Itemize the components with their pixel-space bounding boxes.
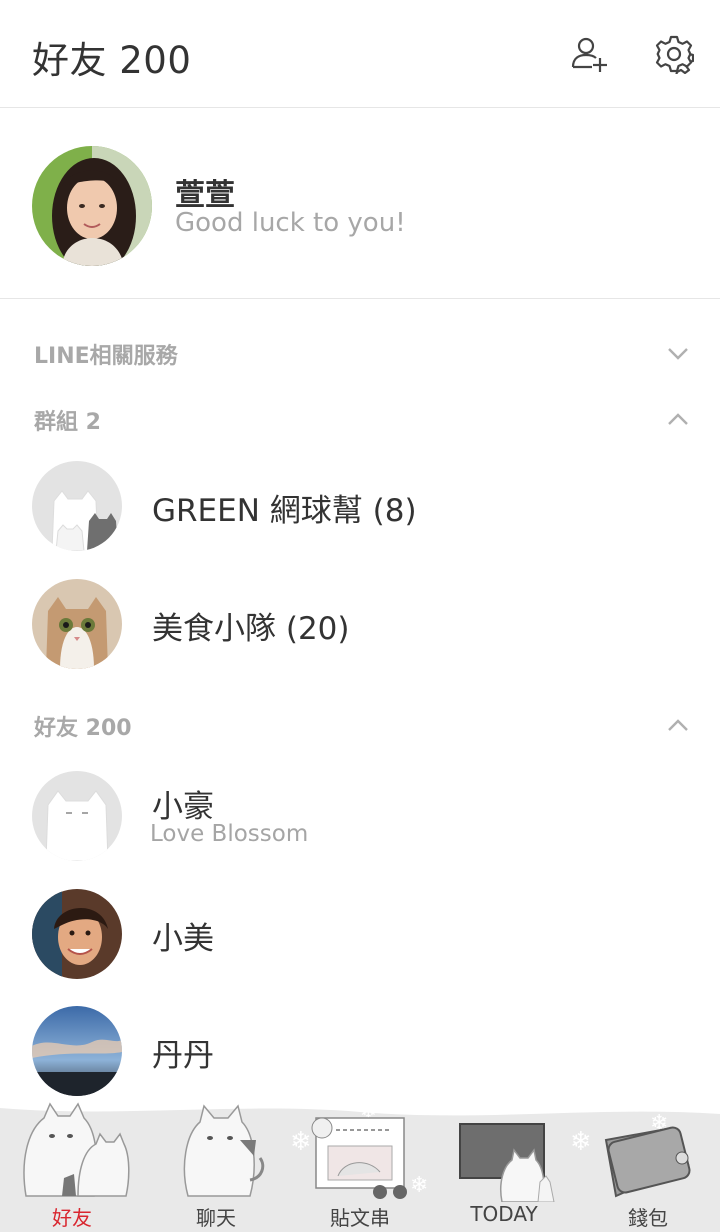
- bottom-tab-bar: ❄ ❄ ❄ ❄ ❄ 好友 聊天 貼文串 TODAY 錢包: [0, 1100, 720, 1232]
- friend-status-message: Love Blossom: [150, 821, 309, 847]
- settings-button[interactable]: [654, 34, 694, 74]
- section-groups[interactable]: 群組 2: [0, 394, 720, 444]
- group-name: 美食小隊 (20): [152, 611, 350, 647]
- tab-friends[interactable]: 好友: [0, 1100, 144, 1232]
- tab-label: 錢包: [628, 1206, 668, 1230]
- cat-icon: [183, 1104, 265, 1197]
- group-row[interactable]: GREEN 網球幫 (8): [0, 461, 720, 571]
- chevron-up-icon: [668, 719, 688, 731]
- friend-avatar: [32, 1006, 122, 1096]
- friend-row[interactable]: 小豪 Love Blossom: [0, 771, 720, 881]
- cat-pair-icon: [23, 1102, 130, 1197]
- friend-name: 小豪: [152, 789, 214, 825]
- tv-cat-icon: [459, 1123, 555, 1202]
- gear-icon: [655, 35, 694, 74]
- friend-row[interactable]: 小美: [0, 889, 720, 999]
- group-name: GREEN 網球幫 (8): [152, 493, 417, 529]
- tab-label: 好友: [52, 1206, 92, 1230]
- timeline-board-icon: [311, 1117, 407, 1199]
- section-label: 好友 200: [34, 716, 132, 741]
- tab-label: 聊天: [196, 1206, 236, 1230]
- friend-name: 丹丹: [152, 1038, 214, 1074]
- friend-avatar: [32, 889, 122, 979]
- tab-label: TODAY: [470, 1202, 538, 1226]
- profile-status-message: Good luck to you!: [175, 208, 406, 238]
- tab-label: 貼文串: [330, 1206, 390, 1230]
- friend-name: 小美: [152, 921, 214, 957]
- group-avatar: [32, 461, 122, 551]
- section-line-services[interactable]: LINE相關服務: [0, 328, 720, 378]
- add-friend-button[interactable]: [570, 34, 610, 74]
- chevron-up-icon: [668, 413, 688, 425]
- add-friend-icon: [571, 37, 607, 72]
- friend-avatar: [32, 771, 122, 861]
- top-header: 好友 200: [0, 0, 720, 108]
- group-row[interactable]: 美食小隊 (20): [0, 579, 720, 689]
- profile-avatar[interactable]: [32, 146, 152, 266]
- section-friends[interactable]: 好友 200: [0, 700, 720, 750]
- tab-timeline[interactable]: 貼文串: [288, 1100, 432, 1232]
- page-title: 好友 200: [32, 39, 192, 82]
- section-label: 群組 2: [34, 410, 101, 435]
- tab-today[interactable]: TODAY: [432, 1100, 576, 1232]
- wallet-icon: [604, 1126, 691, 1198]
- section-label: LINE相關服務: [34, 344, 178, 369]
- my-profile[interactable]: 萱萱 Good luck to you!: [0, 108, 720, 299]
- group-avatar: [32, 579, 122, 669]
- chevron-down-icon: [668, 348, 688, 360]
- tab-wallet[interactable]: 錢包: [576, 1100, 720, 1232]
- tab-chats[interactable]: 聊天: [144, 1100, 288, 1232]
